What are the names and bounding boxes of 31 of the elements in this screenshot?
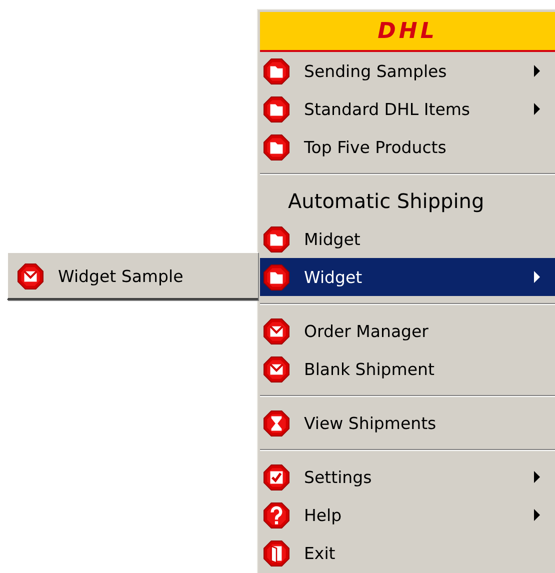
submenu-arrow-icon [533, 471, 541, 483]
door-icon [263, 540, 290, 566]
envelope-icon [263, 356, 290, 382]
submenu-arrow-icon [533, 509, 541, 521]
help-icon [263, 502, 290, 528]
menu-item[interactable]: Order Manager [260, 312, 555, 350]
submenu-arrow-icon [533, 271, 541, 283]
folder-icon [263, 264, 290, 290]
envelope-icon [263, 318, 290, 344]
menu-item[interactable]: Sending Samples [260, 52, 555, 90]
menu-item[interactable]: Settings [260, 458, 555, 496]
envelope-icon [17, 262, 44, 290]
submenu-arrow-icon [533, 103, 541, 115]
checkbox-icon [263, 464, 290, 490]
menu-item[interactable]: Help [260, 496, 555, 534]
folder-icon [263, 226, 290, 252]
menu-item[interactable]: Blank Shipment [260, 350, 555, 388]
dhl-logo: DHL [378, 18, 438, 44]
submenu-arrow-icon [533, 65, 541, 77]
menu-item[interactable]: Midget [260, 220, 555, 258]
folder-icon [263, 58, 290, 84]
menu-item[interactable]: Standard DHL Items [260, 90, 555, 128]
folder-icon [263, 134, 290, 160]
menu-item[interactable]: Top Five Products [260, 128, 555, 166]
menu-item[interactable]: Widget [260, 258, 555, 296]
folder-icon [263, 96, 290, 122]
menu-item[interactable]: Exit [260, 534, 555, 572]
menu-heading: Automatic Shipping [287, 188, 486, 215]
menu-item[interactable]: Widget Sample [11, 257, 255, 295]
menu-item[interactable]: View Shipments [260, 404, 555, 442]
hourglass-icon [263, 410, 290, 436]
